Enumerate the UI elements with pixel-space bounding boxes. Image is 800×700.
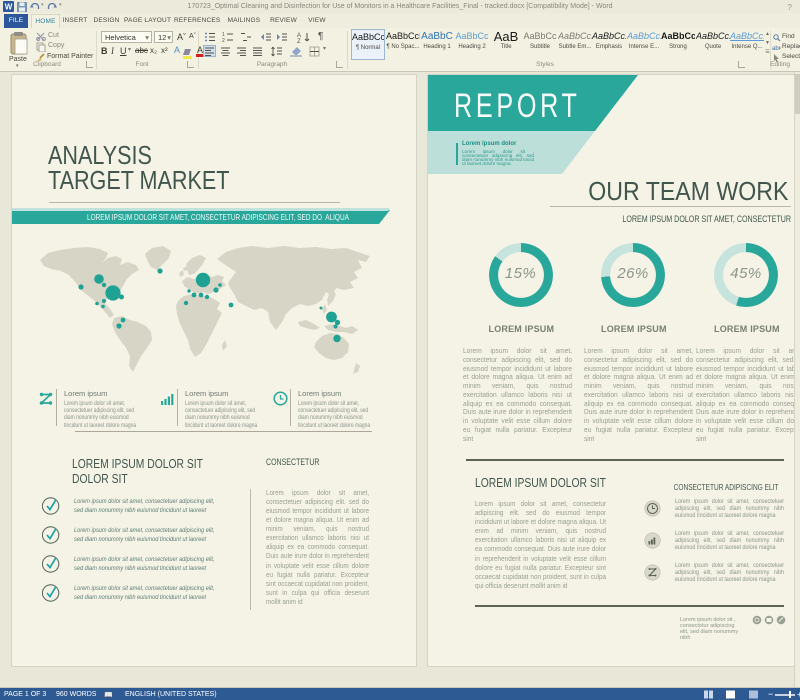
svg-text:ab: ab xyxy=(772,46,779,52)
svg-text:Z: Z xyxy=(297,39,301,43)
svg-text:2: 2 xyxy=(222,38,225,42)
